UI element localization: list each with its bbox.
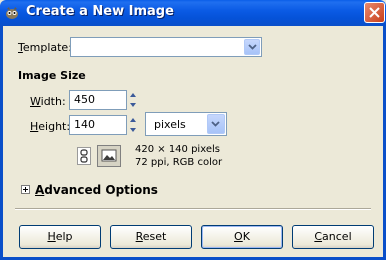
chevron-down-icon bbox=[211, 121, 220, 127]
chain-toggle-button[interactable] bbox=[77, 147, 91, 165]
width-input[interactable]: 450 bbox=[69, 90, 127, 110]
size-info-dimensions: 420 × 140 pixels bbox=[135, 144, 220, 155]
ok-button[interactable]: OK bbox=[201, 225, 283, 249]
gimp-app-icon bbox=[4, 5, 20, 21]
width-spin-buttons[interactable] bbox=[128, 90, 138, 110]
help-button[interactable]: Help bbox=[19, 225, 101, 249]
height-label: Height: bbox=[30, 120, 71, 133]
portrait-icon bbox=[101, 149, 117, 162]
template-dropdown-arrow[interactable] bbox=[244, 39, 260, 55]
height-spin-buttons[interactable] bbox=[128, 115, 138, 135]
window-title: Create a New Image bbox=[26, 4, 174, 19]
unit-value: pixels bbox=[154, 118, 186, 131]
advanced-options-toggle[interactable]: Advanced Options bbox=[35, 183, 158, 197]
template-dropdown[interactable] bbox=[70, 37, 262, 57]
width-label: Width: bbox=[30, 95, 66, 108]
separator bbox=[15, 208, 371, 210]
expand-icon[interactable] bbox=[21, 185, 30, 194]
spin-down-icon[interactable] bbox=[128, 100, 138, 110]
close-button[interactable] bbox=[364, 2, 385, 23]
size-info-color: 72 ppi, RGB color bbox=[135, 157, 223, 168]
window-border-left bbox=[0, 26, 3, 260]
unit-dropdown[interactable]: pixels bbox=[145, 112, 227, 136]
template-label: Template: bbox=[18, 41, 72, 54]
unit-dropdown-arrow[interactable] bbox=[207, 114, 225, 134]
spin-up-icon[interactable] bbox=[128, 115, 138, 125]
orientation-button[interactable] bbox=[97, 145, 121, 167]
cancel-button[interactable]: Cancel bbox=[292, 225, 374, 249]
spin-down-icon[interactable] bbox=[128, 125, 138, 135]
chevron-down-icon bbox=[248, 44, 257, 50]
spin-up-icon[interactable] bbox=[128, 90, 138, 100]
reset-button[interactable]: Reset bbox=[110, 225, 192, 249]
close-icon bbox=[369, 7, 380, 18]
chain-icon bbox=[80, 149, 88, 163]
image-size-heading: Image Size bbox=[18, 69, 86, 82]
title-bar[interactable]: Create a New Image bbox=[0, 0, 386, 26]
height-input[interactable]: 140 bbox=[69, 115, 127, 135]
